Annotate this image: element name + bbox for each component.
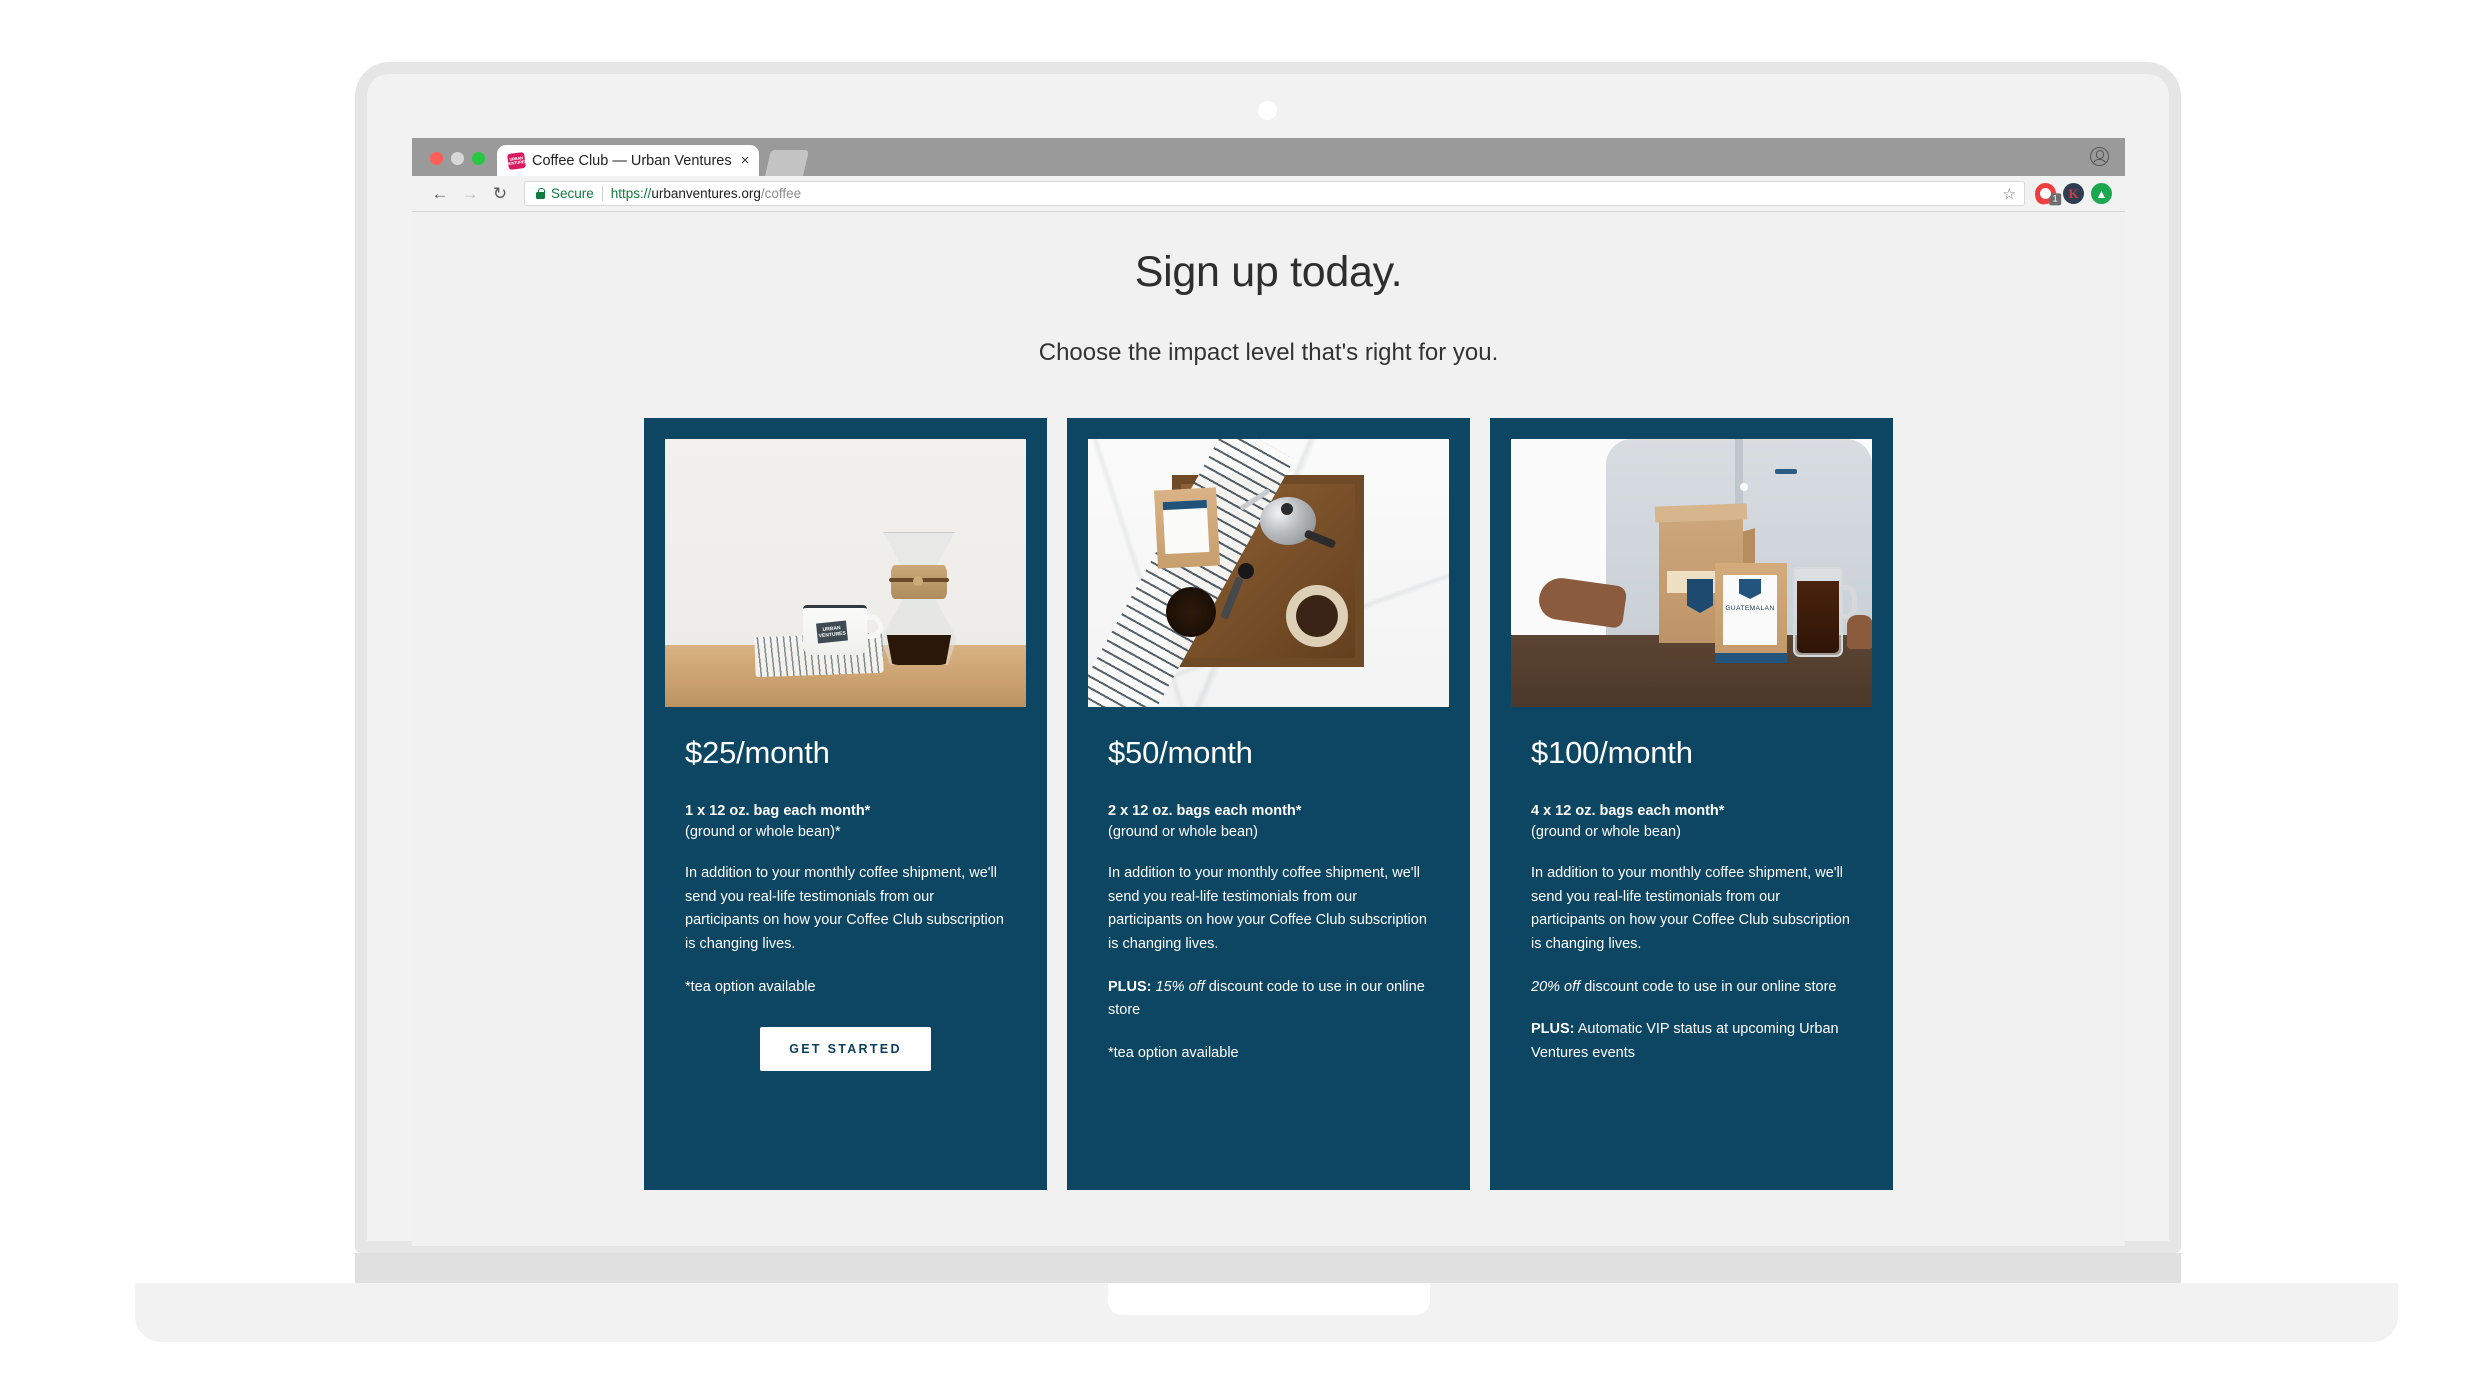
photo-coffee-scoop — [1238, 563, 1254, 579]
pricing-card-100: GUATEMALAN $100/month 4 x 12 oz. bags ea… — [1490, 418, 1893, 1190]
card-description: In addition to your monthly coffee shipm… — [1531, 865, 1850, 952]
tab-title: Coffee Club — Urban Ventures — [532, 152, 732, 169]
photo-right-hand — [1847, 615, 1872, 649]
person-with-gift-box-photo: GUATEMALAN — [1511, 439, 1872, 707]
card-cta-wrapper: GET STARTED — [685, 999, 1006, 1072]
card-body: $100/month 4 x 12 oz. bags each month* (… — [1511, 707, 1872, 1065]
maximize-window-button[interactable] — [472, 152, 485, 165]
url-scheme: https:// — [610, 186, 652, 201]
card-spec: 2 x 12 oz. bags each month* — [1108, 803, 1302, 819]
card-subspec: (ground or whole bean)* — [685, 824, 841, 841]
omnibox-divider — [601, 186, 603, 201]
card-price: $25/month — [685, 735, 830, 770]
laptop-mockup: URBAN VENTURES Coffee Club — Urban Ventu… — [0, 0, 2490, 1400]
browser-toolbar: ← → ↻ Secure https://urbanventures.org/c… — [412, 176, 2125, 212]
card-perk: 20% off discount code to use in our onli… — [1531, 957, 1852, 1000]
pricing-card-25: URBAN VENTURES $25/month 1 x 12 oz. bag … — [644, 418, 1047, 1190]
page-viewport: Sign up today. Choose the impact level t… — [412, 212, 2125, 1246]
laptop-base-notch — [1108, 1283, 1430, 1315]
url-text: https://urbanventures.org/coffee — [611, 186, 801, 201]
photo-coffee-bag-label — [1162, 499, 1210, 555]
get-started-button[interactable]: GET STARTED — [760, 1027, 931, 1072]
new-tab-button[interactable] — [765, 150, 810, 176]
photo-glass-of-coffee — [1166, 587, 1216, 637]
extension-icons: 1 K ▲ — [2025, 181, 2112, 206]
tab-close-icon[interactable]: × — [741, 153, 750, 168]
pricing-card-50: $50/month 2 x 12 oz. bags each month* (g… — [1067, 418, 1470, 1190]
card-description: In addition to your monthly coffee shipm… — [685, 865, 1004, 952]
photo-kettle-knob — [1281, 503, 1293, 515]
forward-button[interactable]: → — [455, 179, 485, 209]
photo-mug-coffee — [1797, 581, 1839, 653]
lock-icon — [536, 188, 545, 199]
card-description: In addition to your monthly coffee shipm… — [1108, 865, 1427, 952]
minimize-window-button[interactable] — [451, 152, 464, 165]
upload-extension-icon[interactable]: ▲ — [2091, 183, 2112, 204]
card-perk-emphasis: 15% off — [1151, 978, 1205, 995]
card-perk-rest: discount code to use in our online store — [1580, 978, 1837, 995]
back-button[interactable]: ← — [425, 179, 455, 209]
card-spec: 4 x 12 oz. bags each month* — [1531, 803, 1725, 819]
marble-flatlay-coffee-tray-photo — [1088, 439, 1449, 707]
page-subtitle: Choose the impact level that's right for… — [1038, 339, 1499, 366]
url-path: /coffee — [760, 186, 802, 201]
profile-avatar-icon[interactable] — [2090, 147, 2109, 166]
page-title: Sign up today. — [1134, 248, 1403, 296]
card-subspec: (ground or whole bean) — [1531, 824, 1681, 841]
address-bar[interactable]: Secure https://urbanventures.org/coffee … — [524, 181, 2025, 206]
photo-dripper-grounds — [1296, 595, 1338, 637]
browser-window: URBAN VENTURES Coffee Club — Urban Ventu… — [412, 138, 2125, 1246]
card-footnote: *tea option available — [685, 978, 816, 995]
card-bonus: PLUS: Automatic VIP status at upcoming U… — [1531, 999, 1852, 1065]
card-bonus-prefix: PLUS: — [1531, 1021, 1575, 1038]
close-window-button[interactable] — [430, 152, 443, 165]
card-perk: PLUS: 15% off discount code to use in ou… — [1108, 957, 1429, 1023]
photo-box-lid — [1654, 503, 1748, 523]
photo-mug-brand-text: URBAN VENTURES — [818, 625, 847, 640]
card-footnote: *tea option available — [1108, 1044, 1239, 1061]
card-body: $25/month 1 x 12 oz. bag each month* (gr… — [665, 707, 1026, 1072]
photo-mug-handle — [1841, 585, 1857, 619]
reload-button[interactable]: ↻ — [485, 179, 515, 209]
favicon-label: URBAN VENTURES — [506, 154, 528, 166]
bookmark-star-icon[interactable]: ☆ — [1995, 185, 2016, 203]
photo-shirt-pocket — [1775, 469, 1797, 474]
photo-bag-footer-band — [1715, 653, 1787, 663]
photo-shirt-button — [1740, 483, 1748, 491]
extension-badge-count: 1 — [2049, 193, 2062, 206]
k-extension-icon[interactable]: K — [2063, 183, 2084, 204]
card-price: $50/month — [1108, 735, 1253, 770]
security-status-label: Secure — [551, 186, 594, 201]
photo-chemex-bead — [913, 576, 923, 586]
photo-mug-brand-label: URBAN VENTURES — [816, 620, 848, 644]
favicon-icon: URBAN VENTURES — [506, 151, 528, 170]
card-spec: 1 x 12 oz. bag each month* — [685, 803, 871, 819]
photo-chemex-coffee — [886, 635, 952, 665]
card-subspec: (ground or whole bean) — [1108, 824, 1258, 841]
photo-bag-origin-text: GUATEMALAN — [1725, 605, 1775, 612]
card-bonus-rest: Automatic VIP status at upcoming Urban V… — [1531, 1021, 1839, 1061]
window-traffic-lights — [424, 152, 497, 176]
url-host: urbanventures.org — [651, 186, 761, 201]
pocket-extension-icon[interactable]: 1 — [2033, 181, 2062, 206]
card-price: $100/month — [1531, 735, 1693, 770]
chemex-and-mug-photo: URBAN VENTURES — [665, 439, 1026, 707]
browser-tab-active[interactable]: URBAN VENTURES Coffee Club — Urban Ventu… — [497, 145, 760, 176]
card-perk-emphasis: 20% off — [1531, 978, 1581, 995]
card-body: $50/month 2 x 12 oz. bags each month* (g… — [1088, 707, 1449, 1065]
laptop-hinge-band — [355, 1253, 2181, 1283]
laptop-camera-icon — [1258, 101, 1277, 120]
browser-tab-strip: URBAN VENTURES Coffee Club — Urban Ventu… — [412, 138, 2125, 176]
pricing-cards-row: URBAN VENTURES $25/month 1 x 12 oz. bag … — [412, 367, 2125, 1190]
card-perk-prefix: PLUS: — [1108, 978, 1152, 995]
